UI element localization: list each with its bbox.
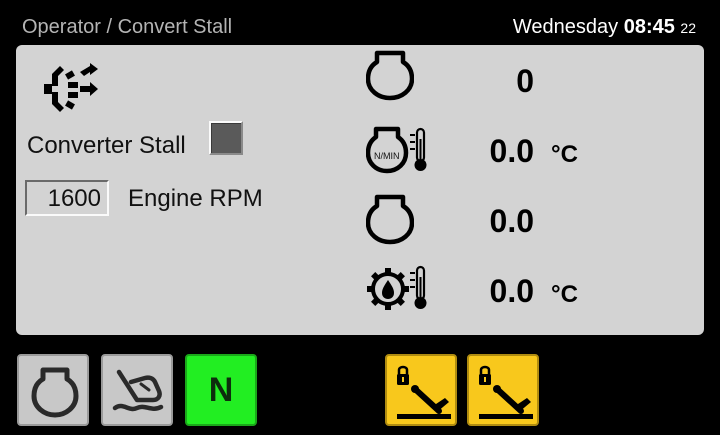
engine-value: 0.0 xyxy=(489,203,534,239)
engine-temperature-value: 0.0 xyxy=(489,133,534,169)
engine-rpm-label: Engine RPM xyxy=(128,185,263,212)
engine-icon xyxy=(365,49,415,106)
clock-day: Wednesday xyxy=(512,16,619,38)
transmission-oil-temperature-value: 0.0 xyxy=(489,273,534,309)
locked-pedal-button[interactable] xyxy=(467,354,539,426)
torque-converter-icon xyxy=(42,60,102,123)
transmission-oil-temperature-unit: °C xyxy=(551,281,578,308)
converter-stall-indicator[interactable] xyxy=(209,121,243,155)
breadcrumb: Operator / Convert Stall xyxy=(22,16,233,38)
clock-time: 08:45 xyxy=(623,16,675,38)
locked-pedal-button[interactable] xyxy=(385,354,457,426)
clock: Wednesday 08:45 22 xyxy=(513,16,696,39)
engine-speed-value: 0 xyxy=(516,63,534,99)
engine-temperature-unit: °C xyxy=(551,141,578,168)
seat-icon xyxy=(112,369,164,412)
locked-pedal-icon xyxy=(479,365,533,419)
main-panel: Converter Stall 1600 Engine RPM N/MIN 0 … xyxy=(16,45,704,335)
locked-pedal-icon xyxy=(397,365,451,419)
engine-icon xyxy=(365,193,415,250)
clock-seconds: 22 xyxy=(680,20,696,36)
engine-button[interactable] xyxy=(17,354,89,426)
engine-icon xyxy=(31,367,79,418)
converter-stall-label: Converter Stall xyxy=(27,132,186,159)
seat-button[interactable] xyxy=(101,354,173,426)
engine-rpm-input[interactable]: 1600 xyxy=(25,180,109,216)
neutral-button[interactable]: N xyxy=(185,354,257,426)
